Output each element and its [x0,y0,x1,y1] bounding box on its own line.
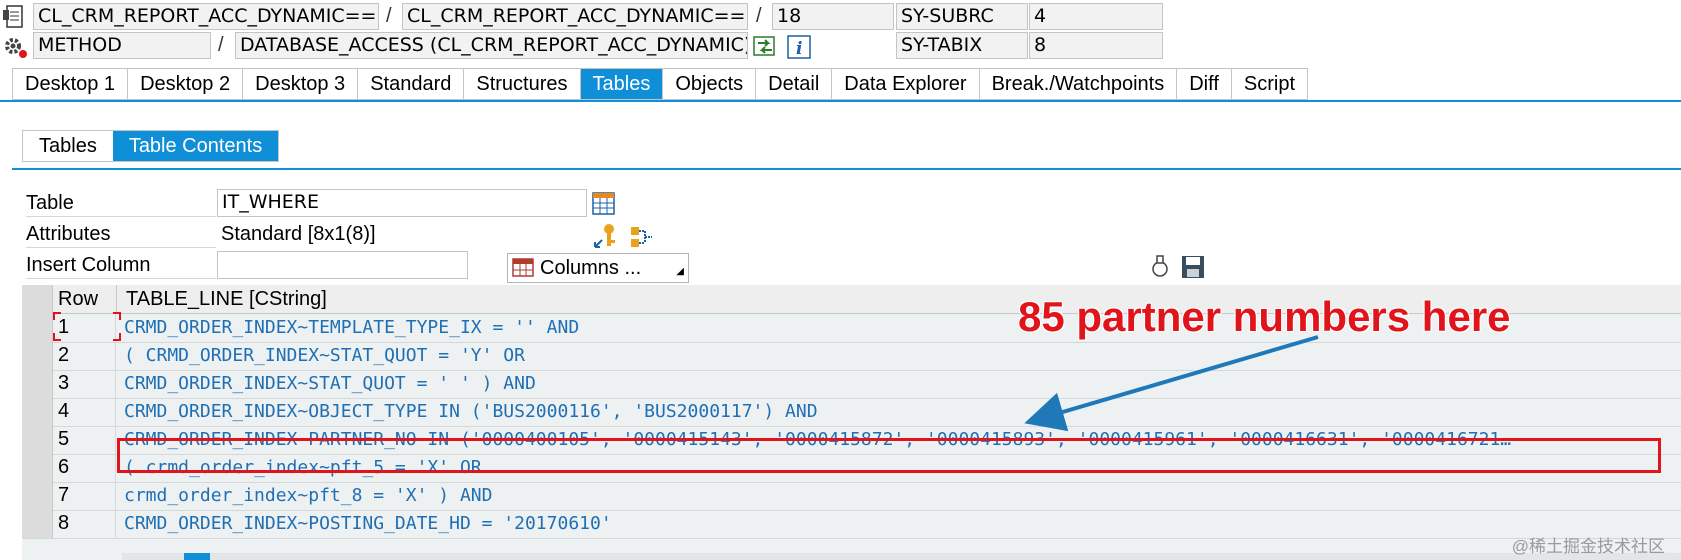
row-selector[interactable] [22,481,53,510]
tab-desktop-3[interactable]: Desktop 3 [243,69,359,99]
table-row[interactable]: 3 CRMD_ORDER_INDEX~STAT_QUOT = ' ' ) AND [22,369,1681,399]
separator: / [756,5,762,27]
subtab-underline [12,168,1681,170]
table-line-cell[interactable]: ( CRMD_ORDER_INDEX~STAT_QUOT = 'Y' OR [122,341,1681,370]
program-field[interactable]: CL_CRM_REPORT_ACC_DYNAMIC====... [33,3,379,30]
hierarchy-icon[interactable] [629,224,655,250]
row-selector[interactable] [22,369,53,398]
row-number-cell[interactable]: 2 [54,341,116,370]
column-header-row[interactable]: Row [58,285,98,313]
dropdown-arrow-icon: ◢ [676,266,684,277]
attributes-label: Attributes [26,223,111,245]
table-line-cell[interactable]: crmd_order_index~pft_8 = 'X' ) AND [122,481,1681,510]
highlight-box [117,438,1661,473]
insert-column-label: Insert Column [26,254,151,276]
sy-tabix-value: 8 [1029,32,1163,59]
sub-tab-strip: Tables Table Contents [22,130,280,162]
svg-text:i: i [796,39,802,59]
annotation-arrow [1024,335,1319,432]
row-number-cell[interactable]: 3 [54,369,116,398]
include-field[interactable]: CL_CRM_REPORT_ACC_DYNAMIC====... [402,3,748,30]
tab-objects[interactable]: Objects [663,69,757,99]
columns-icon [512,258,534,278]
table-line-cell[interactable]: CRMD_ORDER_INDEX~POSTING_DATE_HD = '2017… [122,509,1681,538]
tab-underline [0,100,1681,102]
select-all-cell[interactable] [22,285,53,313]
row-selector[interactable] [22,425,53,454]
line-number-field[interactable]: 18 [772,3,894,30]
sy-subrc-value: 4 [1029,3,1163,30]
subtab-table-contents[interactable]: Table Contents [112,131,279,161]
divider [26,278,216,279]
sy-subrc-label: SY-SUBRC [896,3,1028,30]
table-row[interactable]: 2( CRMD_ORDER_INDEX~STAT_QUOT = 'Y' OR [22,341,1681,371]
row-number-cell[interactable]: 8 [54,509,116,538]
row-selector[interactable] [22,341,53,370]
table-line-cell[interactable]: CRMD_ORDER_INDEX~STAT_QUOT = ' ' ) AND [122,369,1681,398]
row-number-cell[interactable]: 6 [54,453,116,482]
tab-data-explorer[interactable]: Data Explorer [832,69,980,99]
columns-button-label: Columns ... [540,257,642,279]
tab-desktop-2[interactable]: Desktop 2 [128,69,244,99]
row-number-cell[interactable]: 5 [54,425,116,454]
divider [26,247,216,248]
table-label: Table [26,192,74,214]
tab-break-watchpoints[interactable]: Break./Watchpoints [980,69,1178,99]
row-number-cell[interactable]: 4 [54,397,116,426]
attributes-value: Standard [8x1(8)] [221,223,376,245]
tab-tables[interactable]: Tables [580,69,664,99]
columns-button[interactable]: Columns ... ◢ [507,253,689,283]
row-number-cell[interactable]: 7 [54,481,116,510]
row-selector[interactable] [22,453,53,482]
tab-standard[interactable]: Standard [358,69,465,99]
gear-icon[interactable] [2,34,28,60]
key-icon[interactable] [592,222,618,250]
tab-script[interactable]: Script [1232,69,1307,99]
table-view-icon[interactable] [591,191,617,217]
column-header-table-line[interactable]: TABLE_LINE [CString] [126,285,327,313]
lightbulb-icon[interactable] [1149,254,1171,282]
navigate-icon[interactable] [752,34,778,58]
save-icon[interactable] [1180,254,1206,280]
tab-desktop-1[interactable]: Desktop 1 [13,69,129,99]
row-selector[interactable] [22,397,53,426]
table-line-cell[interactable]: CRMD_ORDER_INDEX~OBJECT_TYPE IN ('BUS200… [122,397,1681,426]
table-name-input[interactable]: IT_WHERE [217,189,587,217]
subtab-tables[interactable]: Tables [23,131,113,161]
main-tab-strip: Desktop 1 Desktop 2 Desktop 3 Standard Struc… [12,68,1308,100]
table-row[interactable]: 8 CRMD_ORDER_INDEX~POSTING_DATE_HD = '201… [22,509,1681,539]
divider [26,216,216,217]
row-selector[interactable] [22,509,53,538]
event-name-field[interactable]: DATABASE_ACCESS (CL_CRM_REPORT_ACC_DYNAM… [235,32,748,59]
info-icon[interactable]: i [787,35,811,59]
cell-focus-marker [53,312,121,341]
document-icon[interactable] [2,4,26,30]
watermark: @稀土掘金技术社区 [1511,537,1665,556]
table-row[interactable]: 4 CRMD_ORDER_INDEX~OBJECT_TYPE IN ('BUS20… [22,397,1681,427]
tab-detail[interactable]: Detail [756,69,833,99]
separator: / [386,5,392,27]
tab-diff[interactable]: Diff [1177,69,1232,99]
event-type-field[interactable]: METHOD [33,32,211,59]
insert-column-input[interactable] [217,251,468,279]
sy-tabix-label: SY-TABIX [896,32,1028,59]
tab-structures[interactable]: Structures [464,69,581,99]
row-selector[interactable] [22,313,53,342]
horizontal-scrollbar[interactable] [122,553,1681,560]
table-row[interactable]: 7 crmd_order_index~pft_8 = 'X' ) AND [22,481,1681,511]
scrollbar-thumb[interactable] [184,553,210,560]
column-divider [116,285,117,313]
separator: / [218,34,224,56]
